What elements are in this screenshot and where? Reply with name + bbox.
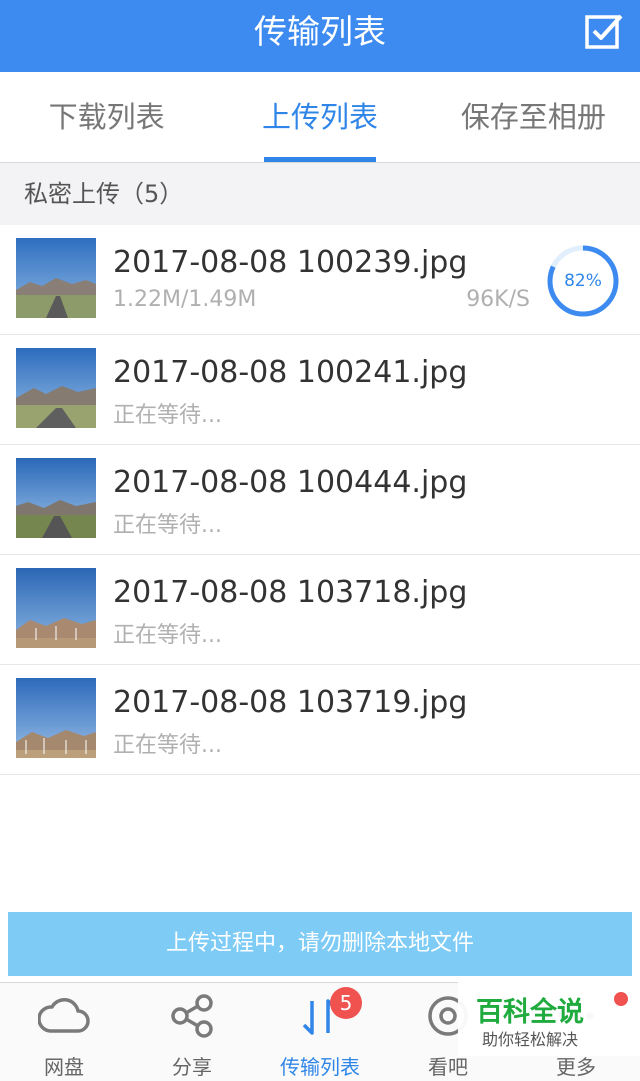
cloud-icon [37, 993, 90, 1041]
upload-status: 正在等待... [113, 513, 222, 538]
list-item[interactable]: 2017-08-08 103718.jpg 正在等待... [0, 555, 640, 665]
nav-label: 传输列表 [280, 1055, 360, 1079]
file-size-progress: 1.22M/1.49M [113, 287, 257, 312]
list-item[interactable]: 2017-08-08 100239.jpg 1.22M/1.49M 96K/S … [0, 225, 640, 335]
list-item[interactable]: 2017-08-08 103719.jpg 正在等待... [0, 665, 640, 775]
photo-thumbnail [16, 238, 96, 318]
photo-thumbnail [16, 568, 96, 648]
tab-bar: 下载列表 上传列表 保存至相册 [0, 72, 640, 163]
file-name: 2017-08-08 103718.jpg [113, 575, 468, 610]
watermark-slogan: 助你轻松解决 [482, 1030, 579, 1049]
nav-label: 分享 [172, 1055, 212, 1079]
tab-save-to-album[interactable]: 保存至相册 [427, 72, 640, 162]
upload-list: 2017-08-08 100239.jpg 1.22M/1.49M 96K/S … [0, 225, 640, 775]
nav-item-transfer-list[interactable]: 5 传输列表 [256, 983, 384, 1081]
watermark-brand: 百科全说 [476, 997, 584, 1028]
watermark-logo: 百科全说 助你轻松解决 [458, 982, 640, 1056]
photo-thumbnail [16, 678, 96, 758]
nav-item-cloud-drive[interactable]: 网盘 [0, 983, 128, 1081]
list-item[interactable]: 2017-08-08 100444.jpg 正在等待... [0, 445, 640, 555]
nav-item-share[interactable]: 分享 [128, 983, 256, 1081]
list-item[interactable]: 2017-08-08 100241.jpg 正在等待... [0, 335, 640, 445]
transfer-count-badge: 5 [330, 987, 362, 1019]
notification-dot [614, 992, 628, 1006]
file-name: 2017-08-08 100444.jpg [113, 465, 468, 500]
share-icon [170, 993, 214, 1043]
tab-download-list[interactable]: 下载列表 [0, 72, 213, 162]
section-label: 私密上传（5） [24, 180, 184, 208]
upload-status: 正在等待... [113, 403, 222, 428]
nav-label: 网盘 [44, 1055, 84, 1079]
progress-percent: 82% [564, 271, 602, 291]
app-header: 传输列表 [0, 0, 640, 72]
tab-upload-list[interactable]: 上传列表 [213, 72, 426, 162]
photo-thumbnail [16, 458, 96, 538]
photo-thumbnail [16, 348, 96, 428]
file-name: 2017-08-08 100239.jpg [113, 245, 468, 280]
checkbox-edit-icon[interactable] [584, 12, 624, 52]
upload-status: 正在等待... [113, 733, 222, 758]
upload-speed: 96K/S [466, 287, 530, 312]
file-name: 2017-08-08 103719.jpg [113, 685, 468, 720]
file-name: 2017-08-08 100241.jpg [113, 355, 468, 390]
upload-notice-banner: 上传过程中，请勿删除本地文件 [8, 912, 632, 976]
progress-ring[interactable]: 82% [546, 244, 620, 318]
page-title: 传输列表 [254, 12, 386, 51]
section-header: 私密上传（5） [0, 163, 640, 225]
upload-status: 正在等待... [113, 623, 222, 648]
